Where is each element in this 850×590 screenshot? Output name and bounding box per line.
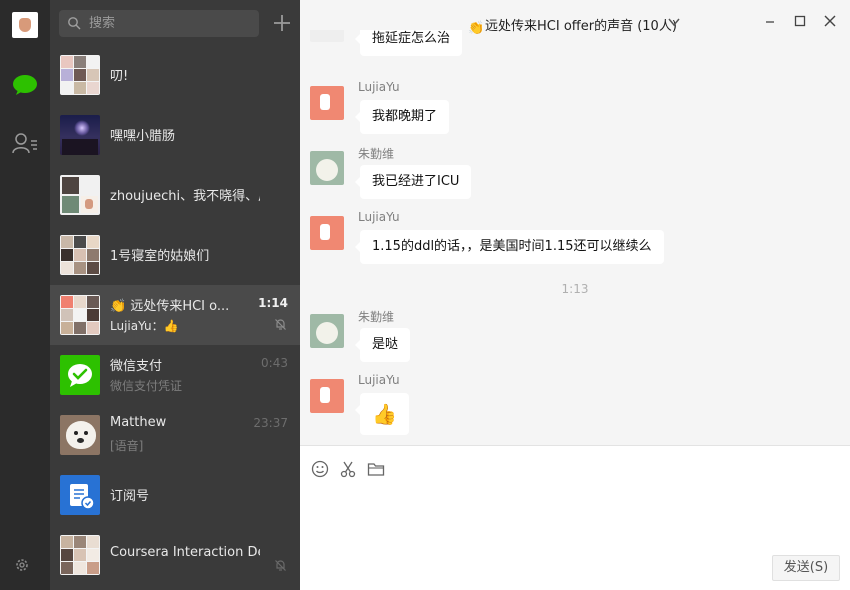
folder-icon[interactable] [367, 460, 385, 478]
group-avatar [60, 535, 100, 575]
sender-avatar[interactable] [310, 216, 344, 250]
message-bubble[interactable]: 1.15的ddl的话，，是美国时间1.15还可以继续么 [355, 230, 664, 264]
wechat-pay-avatar [60, 355, 100, 395]
group-avatar [60, 175, 100, 215]
conversation-name: Coursera Interaction Design [110, 545, 260, 560]
close-icon[interactable] [823, 14, 837, 28]
sender-avatar[interactable] [310, 314, 344, 348]
message-composer[interactable]: 发送(S) [300, 445, 850, 590]
chat-icon[interactable] [12, 74, 38, 96]
conversation-preview: LujiaYu：👍 [110, 319, 179, 333]
mute-bell-icon [275, 560, 286, 571]
thumbs-up-emoji: 👍 [163, 319, 179, 333]
message-bubble[interactable]: 我已经进了ICU [354, 165, 472, 199]
conversation-item[interactable]: 叨! [50, 45, 300, 105]
screenshot-scissors-icon[interactable] [339, 460, 357, 478]
wechat-pay-icon [68, 364, 92, 387]
contacts-icon[interactable] [12, 132, 38, 154]
group-avatar [60, 295, 100, 335]
add-chat-plus-icon[interactable] [272, 13, 292, 33]
chat-panel: 👏远处传来HCI offer的声音 (10人) 拖延症怎么治 LujiaYu 我… [300, 0, 850, 590]
conversation-name: 1号寝室的姑娘们 [110, 249, 210, 264]
sender-name: LujiaYu [358, 80, 400, 94]
conversation-item[interactable]: Matthew 23:37 [语音] [50, 405, 300, 465]
send-button[interactable]: 发送(S) [772, 555, 840, 581]
sender-name: 朱勤维 [358, 310, 395, 324]
sender-name: 朱勤维 [358, 147, 395, 161]
conversation-item[interactable]: Coursera Interaction Design [50, 525, 300, 585]
sender-avatar[interactable] [310, 151, 344, 185]
conversation-name: zhoujuechi、我不晓得、周zcl [110, 189, 260, 204]
sender-avatar[interactable] [310, 86, 344, 120]
conversation-name: 嘿嘿小腊肠 [110, 129, 176, 144]
thumbs-up-emoji-bubble[interactable]: 👍 [355, 393, 409, 435]
group-avatar [60, 235, 100, 275]
conversation-name: 叨! [110, 69, 129, 84]
subscription-icon [70, 484, 95, 510]
conversation-name: 👏 远处传来HCI o... [110, 299, 230, 314]
mute-bell-icon [275, 319, 286, 330]
message-list: 拖延症怎么治 LujiaYu 我都晚期了 朱勤维 我已经进了ICU LujiaY… [300, 30, 850, 445]
minimize-icon[interactable] [763, 14, 777, 28]
conversation-item-active[interactable]: 👏 远处传来HCI o... 1:14 LujiaYu：👍 [50, 285, 300, 345]
conversation-item[interactable]: 微信支付 0:43 微信支付凭证 [50, 345, 300, 405]
dog-avatar [60, 415, 100, 455]
conversation-time: 1:14 [258, 296, 288, 310]
sender-avatar[interactable] [310, 379, 344, 413]
message-bubble[interactable]: 拖延症怎么治 [354, 30, 463, 56]
subscription-avatar [60, 475, 100, 515]
search-icon [68, 17, 81, 30]
clapping-hands-icon: 👏 [110, 299, 127, 314]
conversation-preview: 微信支付凭证 [110, 379, 183, 393]
conversation-preview: [语音] [110, 439, 144, 453]
conversation-name: Matthew [110, 415, 167, 430]
conversation-item[interactable]: 嘿嘿小腊肠 [50, 105, 300, 165]
search-box[interactable] [59, 10, 259, 37]
conversation-name: 订阅号 [110, 489, 150, 504]
conversation-time: 0:43 [261, 356, 288, 370]
conversation-time: 23:37 [253, 416, 288, 430]
nav-rail [0, 0, 50, 590]
group-avatar [60, 55, 100, 95]
sender-avatar [310, 30, 344, 42]
sender-name: LujiaYu [358, 373, 400, 387]
fireworks-avatar [60, 115, 100, 155]
conversation-name: 微信支付 [110, 359, 163, 374]
message-timestamp: 1:13 [561, 282, 589, 296]
sender-name: LujiaYu [358, 210, 400, 224]
my-avatar[interactable] [12, 12, 38, 38]
emoji-smiley-icon[interactable] [311, 460, 329, 478]
message-bubble[interactable]: 我都晚期了 [354, 100, 450, 134]
avatar-figure [19, 18, 31, 32]
message-bubble[interactable]: 是哒 [354, 328, 411, 362]
conversation-item[interactable]: 订阅号 [50, 465, 300, 525]
search-input[interactable] [89, 10, 249, 37]
chevron-down-icon[interactable] [668, 17, 680, 27]
conversation-item[interactable]: 1号寝室的姑娘们 [50, 225, 300, 285]
maximize-icon[interactable] [793, 14, 807, 28]
settings-gear-icon[interactable] [14, 557, 30, 573]
conversation-list: 叨! 嘿嘿小腊肠 zhoujuechi、我不晓得、周zcl 1号寝室的姑娘们 [50, 0, 300, 590]
conversation-item[interactable]: zhoujuechi、我不晓得、周zcl [50, 165, 300, 225]
